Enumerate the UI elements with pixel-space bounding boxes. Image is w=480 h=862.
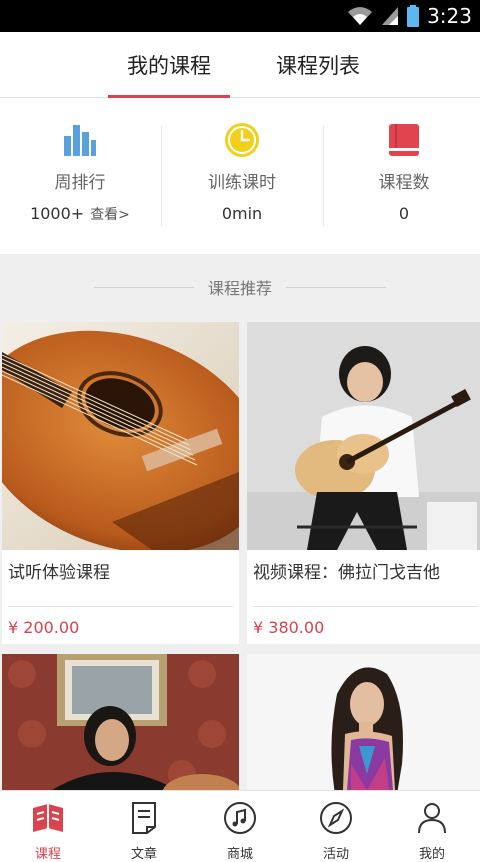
stat-value: 0min bbox=[221, 204, 263, 223]
nav-label: 课程 bbox=[34, 847, 61, 862]
nav-item-me[interactable]: 我的 bbox=[384, 791, 480, 862]
course-title: 视频课程：佛拉门戈吉他 bbox=[253, 563, 440, 583]
nav-label: 我的 bbox=[418, 847, 445, 862]
section-title: 课程推荐 bbox=[207, 279, 272, 298]
ranking-value: 1000+ bbox=[30, 204, 85, 223]
wifi-icon bbox=[348, 7, 373, 25]
course-price: ¥ 380.00 bbox=[253, 618, 325, 637]
divider-line bbox=[286, 286, 386, 288]
divider bbox=[253, 606, 478, 607]
guitarist-playing-image bbox=[247, 322, 480, 550]
bar-chart-icon bbox=[64, 125, 96, 156]
woman-portrait-image bbox=[247, 654, 480, 790]
article-icon bbox=[132, 802, 156, 834]
stat-training-hours[interactable]: 训练课时 0min bbox=[162, 98, 322, 254]
course-card[interactable] bbox=[247, 654, 480, 790]
person-icon bbox=[418, 803, 446, 834]
stat-course-count[interactable]: 课程数 0 bbox=[324, 98, 480, 254]
section-header-recommended: 课程推荐 bbox=[0, 254, 480, 320]
course-title: 试听体验课程 bbox=[8, 563, 110, 583]
course-card[interactable]: 试听体验课程 ¥ 200.00 bbox=[2, 322, 239, 644]
course-book-icon bbox=[33, 804, 63, 832]
view-more-link[interactable]: 查看> bbox=[90, 207, 130, 223]
stat-weekly-ranking[interactable]: 周排行 1000+ 查看> bbox=[0, 98, 160, 254]
tab-course-list[interactable]: 课程列表 bbox=[256, 32, 380, 98]
nav-label: 文章 bbox=[130, 847, 157, 862]
clock-icon bbox=[225, 123, 259, 157]
guitar-closeup-image bbox=[2, 322, 239, 550]
signal-icon bbox=[382, 7, 399, 25]
stat-value: 1000+ 查看> bbox=[0, 204, 160, 224]
nav-item-activities[interactable]: 活动 bbox=[288, 791, 384, 862]
bottom-navigation: 课程 文章 商城 活动 我的 bbox=[0, 790, 480, 862]
status-time: 3:23 bbox=[427, 4, 472, 28]
divider-line bbox=[93, 286, 194, 288]
compass-icon bbox=[320, 802, 352, 834]
book-icon bbox=[389, 124, 419, 156]
stat-label: 训练课时 bbox=[208, 173, 276, 193]
nav-item-store[interactable]: 商城 bbox=[192, 791, 288, 862]
stats-panel: 周排行 1000+ 查看> 训练课时 0min 课程数 0 bbox=[0, 98, 480, 254]
stat-label: 课程数 bbox=[378, 173, 430, 193]
tab-label: 课程列表 bbox=[276, 54, 360, 78]
course-price: ¥ 200.00 bbox=[8, 618, 80, 637]
man-with-guitar-image bbox=[2, 654, 239, 790]
nav-label: 商城 bbox=[226, 847, 253, 862]
course-card[interactable]: 视频课程：佛拉门戈吉他 ¥ 380.00 bbox=[247, 322, 480, 644]
nav-item-articles[interactable]: 文章 bbox=[96, 791, 192, 862]
top-tab-bar: 我的课程 课程列表 bbox=[0, 32, 480, 98]
course-card[interactable] bbox=[2, 654, 239, 790]
divider bbox=[8, 606, 233, 607]
tab-label: 我的课程 bbox=[127, 54, 211, 78]
status-bar: 3:23 bbox=[0, 0, 480, 32]
music-note-icon bbox=[224, 802, 256, 834]
stat-label: 周排行 bbox=[54, 173, 106, 193]
stat-value: 0 bbox=[398, 204, 410, 223]
nav-label: 活动 bbox=[322, 847, 349, 862]
tab-my-courses[interactable]: 我的课程 bbox=[108, 32, 230, 98]
battery-icon bbox=[407, 5, 420, 27]
nav-item-courses[interactable]: 课程 bbox=[0, 791, 96, 862]
